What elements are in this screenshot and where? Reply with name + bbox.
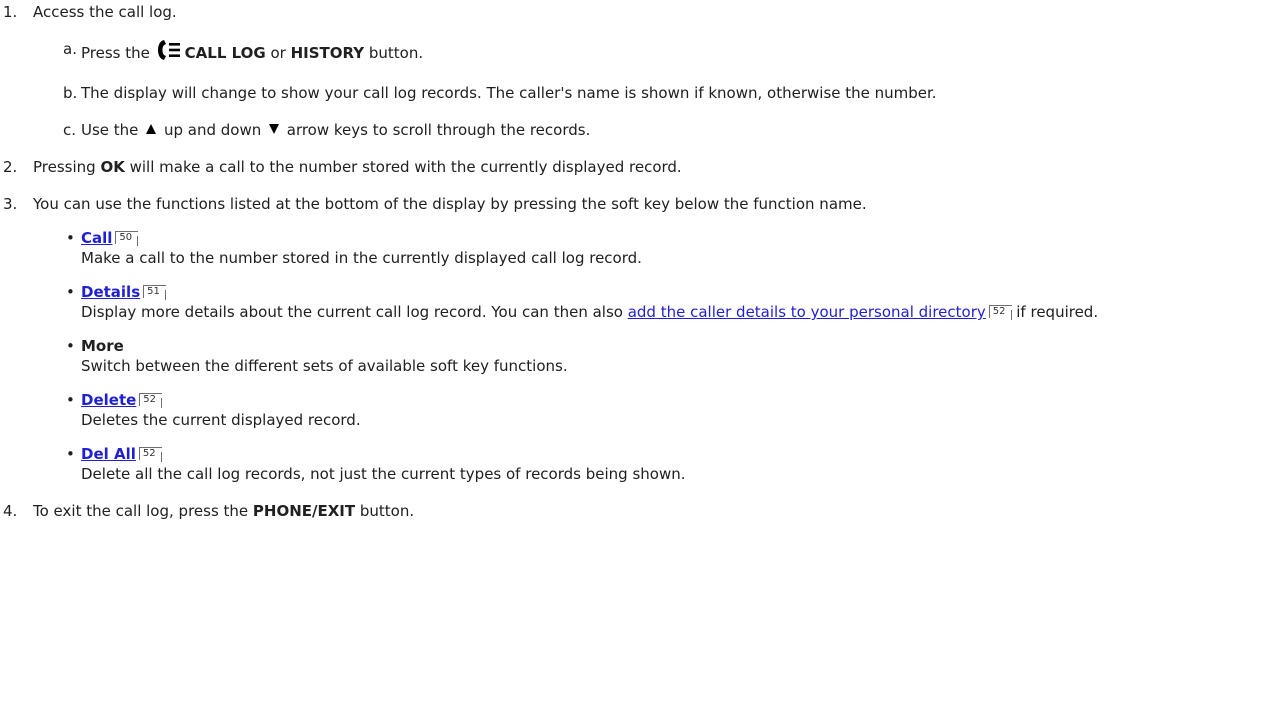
call-log-icon xyxy=(157,39,181,66)
substep-number: b. xyxy=(63,84,78,102)
function-label-more: More xyxy=(81,337,124,355)
page-number: 52 xyxy=(143,394,157,405)
function-description: Make a call to the number stored in the … xyxy=(81,249,642,267)
substep-number: c. xyxy=(63,121,77,139)
step-text: button. xyxy=(355,502,415,520)
step-2: 2. Pressing OK will make a call to the n… xyxy=(0,157,1273,177)
function-item-details: • Details 51 Display more details about t… xyxy=(0,282,1273,322)
substep-text: button. xyxy=(364,44,424,62)
function-description: if required. xyxy=(1011,303,1099,321)
function-item-more: • More Switch between the different sets… xyxy=(0,336,1273,376)
page-reference[interactable]: 52 xyxy=(988,305,1012,320)
down-arrow-icon xyxy=(268,120,280,140)
step-text: To exit the call log, press the xyxy=(33,502,253,520)
page-number: 52 xyxy=(142,448,156,459)
step-number: 4. xyxy=(3,502,18,520)
function-description: Deletes the current displayed record. xyxy=(81,411,361,429)
step-number: 3. xyxy=(3,195,18,213)
substep-b: b. The display will change to show your … xyxy=(0,83,1273,103)
step-4: 4. To exit the call log, press the PHONE… xyxy=(0,501,1273,521)
function-link-delete[interactable]: Delete xyxy=(81,391,136,409)
function-item-delete: • Delete 52 Deletes the current displayed… xyxy=(0,390,1273,430)
function-item-call: • Call 50 Make a call to the number store… xyxy=(0,228,1273,268)
substep-number: a. xyxy=(63,40,77,58)
step-number: 1. xyxy=(3,3,18,21)
page-reference[interactable]: 50 xyxy=(115,231,139,246)
substep-text: Press the xyxy=(81,44,155,62)
substep-text: or xyxy=(265,44,291,62)
bullet-dot: • xyxy=(66,229,75,247)
bullet-dot: • xyxy=(66,445,75,463)
substep-text: up and down xyxy=(159,121,266,139)
function-description: Display more details about the current c… xyxy=(81,303,628,321)
function-description: Switch between the different sets of ava… xyxy=(81,357,568,375)
step-number: 2. xyxy=(3,158,18,176)
substep-c: c. Use the up and down arrow keys to scr… xyxy=(0,120,1273,140)
phone-exit-key: PHONE/EXIT xyxy=(252,502,356,520)
ok-key: OK xyxy=(100,158,125,176)
bullet-dot: • xyxy=(66,337,75,355)
page-reference[interactable]: 52 xyxy=(139,393,163,408)
substep-a: a. Press the CALL LOG or HISTORY button. xyxy=(0,39,1273,66)
history-key: HISTORY xyxy=(290,44,365,62)
page-reference[interactable]: 52 xyxy=(138,447,162,462)
step-text: Pressing xyxy=(33,158,101,176)
step-1: 1. Access the call log. xyxy=(0,2,1273,22)
add-to-personal-directory-link[interactable]: add the caller details to your personal … xyxy=(628,303,986,321)
help-document: 1. Access the call log. a. Press the CAL… xyxy=(0,0,1273,521)
page-number: 50 xyxy=(119,232,133,243)
page-reference[interactable]: 51 xyxy=(143,285,166,300)
function-link-details[interactable]: Details xyxy=(81,283,140,301)
bullet-dot: • xyxy=(66,283,75,301)
substep-text: Use the xyxy=(81,121,144,139)
bullet-dot: • xyxy=(66,391,75,409)
function-link-del-all[interactable]: Del All xyxy=(81,445,136,463)
step-text: Access the call log. xyxy=(33,3,177,21)
call-log-key: CALL LOG xyxy=(184,44,266,62)
up-arrow-icon xyxy=(145,120,157,140)
step-3: 3. You can use the functions listed at t… xyxy=(0,194,1273,214)
substep-text: arrow keys to scroll through the records… xyxy=(281,121,591,139)
function-item-del-all: • Del All 52 Delete all the call log reco… xyxy=(0,444,1273,484)
function-description: Delete all the call log records, not jus… xyxy=(81,465,686,483)
substep-text: The display will change to show your cal… xyxy=(81,84,937,102)
function-link-call[interactable]: Call xyxy=(81,229,112,247)
step-text: will make a call to the number stored wi… xyxy=(124,158,682,176)
step-text: You can use the functions listed at the … xyxy=(33,195,867,213)
page-number: 52 xyxy=(992,306,1006,317)
page-number: 51 xyxy=(147,286,160,297)
